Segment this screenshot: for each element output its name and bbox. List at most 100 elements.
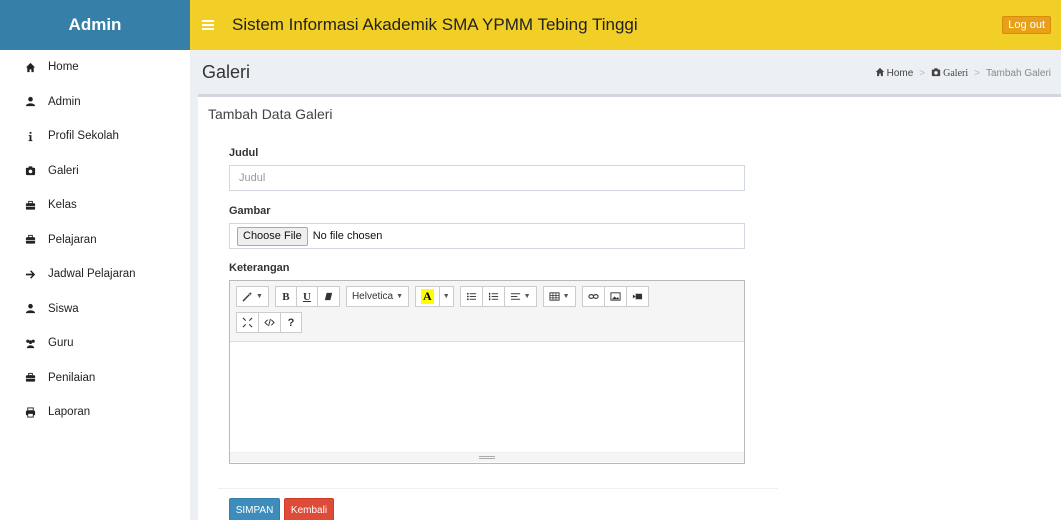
editor-content-area[interactable] bbox=[230, 342, 744, 452]
unordered-list-button[interactable] bbox=[459, 286, 483, 307]
box-title: Tambah Data Galeri bbox=[208, 106, 333, 122]
sidebar-item-profil-sekolah[interactable]: Profil Sekolah bbox=[0, 119, 190, 154]
app-title: Sistem Informasi Akademik SMA YPMM Tebin… bbox=[232, 15, 638, 34]
font-color-icon: A bbox=[421, 289, 434, 304]
picture-icon bbox=[609, 292, 621, 301]
sidebar-item-label: Laporan bbox=[48, 406, 91, 419]
gambar-label: Gambar bbox=[229, 205, 271, 217]
insert-picture-button[interactable] bbox=[603, 286, 627, 307]
codeview-button[interactable] bbox=[258, 312, 281, 333]
sidebar-item-jadwal-pelajaran[interactable]: Jadwal Pelajaran bbox=[0, 257, 190, 292]
underline-icon: U bbox=[302, 290, 311, 303]
brand-logo[interactable]: Admin bbox=[0, 0, 190, 50]
breadcrumb-current: Tambah Galeri bbox=[985, 67, 1051, 79]
list-ul-icon bbox=[466, 292, 476, 301]
breadcrumb-separator: > bbox=[919, 67, 926, 79]
brand-label: Admin bbox=[68, 15, 122, 34]
sidebar-item-admin[interactable]: Admin bbox=[0, 85, 190, 120]
sidebar-item-label: Admin bbox=[48, 95, 81, 108]
breadcrumb-separator: > bbox=[974, 67, 980, 79]
font-color-button[interactable]: A bbox=[415, 286, 440, 307]
print-icon bbox=[24, 406, 36, 418]
briefcase-icon bbox=[24, 234, 36, 246]
sidebar-item-label: Jadwal Pelajaran bbox=[48, 268, 136, 281]
sidebar-item-label: Profil Sekolah bbox=[48, 130, 119, 143]
info-icon bbox=[24, 130, 36, 142]
editor-resize-handle[interactable] bbox=[230, 452, 744, 462]
editor-toolbar: ▼ B U Helvetica ▼ A ▼ ▼ ▼ ? bbox=[230, 281, 744, 342]
gambar-file-input[interactable]: Choose File No file chosen bbox=[229, 223, 745, 249]
underline-button[interactable]: U bbox=[295, 286, 318, 307]
bold-icon: B bbox=[282, 290, 290, 303]
sidebar-item-label: Pelajaran bbox=[48, 233, 97, 246]
table-icon bbox=[549, 292, 560, 301]
sidebar-item-label: Guru bbox=[48, 337, 74, 350]
style-magic-button[interactable]: ▼ bbox=[236, 286, 269, 307]
fullscreen-icon bbox=[242, 317, 253, 328]
back-button[interactable]: Kembali bbox=[284, 498, 334, 520]
fullscreen-button[interactable] bbox=[236, 312, 259, 333]
help-icon: ? bbox=[287, 316, 295, 329]
clear-format-button[interactable] bbox=[316, 286, 340, 307]
logout-button[interactable]: Log out bbox=[1002, 16, 1051, 34]
page-title: Galeri bbox=[202, 62, 251, 82]
magic-wand-icon bbox=[242, 291, 253, 302]
insert-video-button[interactable] bbox=[625, 286, 649, 307]
video-icon bbox=[632, 293, 642, 300]
camera-icon bbox=[931, 68, 941, 77]
user-icon bbox=[24, 303, 36, 315]
bold-button[interactable]: B bbox=[274, 286, 297, 307]
briefcase-icon bbox=[24, 199, 36, 211]
table-dropdown[interactable]: ▼ bbox=[542, 286, 576, 307]
form-footer-divider bbox=[218, 488, 778, 489]
judul-input[interactable]: Judul bbox=[229, 165, 745, 191]
link-icon bbox=[587, 294, 599, 299]
file-status: No file chosen bbox=[312, 230, 383, 242]
sidebar-item-laporan[interactable]: Laporan bbox=[0, 395, 190, 430]
sidebar-item-pelajaran[interactable]: Pelajaran bbox=[0, 223, 190, 258]
content-header: Galeri Home > Galeri > Tambah Galeri bbox=[190, 50, 1061, 94]
rich-text-editor: ▼ B U Helvetica ▼ A ▼ ▼ ▼ ? bbox=[229, 280, 745, 464]
user-icon bbox=[24, 96, 36, 108]
breadcrumb-galeri-label: Galeri bbox=[943, 68, 969, 79]
sidebar-item-label: Home bbox=[48, 61, 79, 74]
align-left-icon bbox=[510, 293, 520, 300]
help-button[interactable]: ? bbox=[280, 312, 302, 333]
camera-icon bbox=[24, 165, 36, 177]
code-icon bbox=[264, 318, 275, 327]
breadcrumb-home[interactable]: Home bbox=[875, 67, 914, 79]
sidebar-item-penilaian[interactable]: Penilaian bbox=[0, 361, 190, 396]
font-family-dropdown[interactable]: Helvetica ▼ bbox=[345, 286, 410, 307]
top-navbar: Sistem Informasi Akademik SMA YPMM Tebin… bbox=[190, 0, 1061, 50]
font-family-value: Helvetica bbox=[351, 291, 394, 302]
sidebar-item-label: Galeri bbox=[48, 164, 79, 177]
sidebar-item-guru[interactable]: Guru bbox=[0, 326, 190, 361]
save-button[interactable]: SIMPAN bbox=[229, 498, 280, 520]
choose-file-button[interactable]: Choose File bbox=[237, 226, 308, 246]
sidebar-item-siswa[interactable]: Siswa bbox=[0, 292, 190, 327]
sidebar-item-label: Penilaian bbox=[48, 371, 96, 384]
sidebar-item-home[interactable]: Home bbox=[0, 50, 190, 85]
sidebar-item-galeri[interactable]: Galeri bbox=[0, 154, 190, 189]
sidebar: Home Admin Profil Sekolah Galeri Kelas P… bbox=[0, 50, 190, 520]
judul-label: Judul bbox=[229, 147, 259, 159]
breadcrumb: Home > Galeri > Tambah Galeri bbox=[875, 67, 1051, 79]
sidebar-item-label: Kelas bbox=[48, 199, 77, 212]
breadcrumb-home-label: Home bbox=[886, 68, 914, 79]
chevron-down-icon: ▼ bbox=[442, 293, 450, 300]
insert-link-button[interactable] bbox=[581, 286, 605, 307]
ordered-list-button[interactable] bbox=[481, 286, 505, 307]
form-box: Tambah Data Galeri Judul Judul Gambar Ch… bbox=[198, 94, 1061, 520]
sidebar-toggle-icon[interactable] bbox=[202, 20, 214, 30]
paragraph-align-dropdown[interactable]: ▼ bbox=[503, 286, 537, 307]
breadcrumb-galeri[interactable]: Galeri bbox=[931, 67, 968, 79]
font-color-dropdown[interactable]: ▼ bbox=[438, 286, 454, 307]
keterangan-label: Keterangan bbox=[229, 262, 290, 274]
briefcase-icon bbox=[24, 372, 36, 384]
sidebar-item-kelas[interactable]: Kelas bbox=[0, 188, 190, 223]
users-icon bbox=[24, 337, 36, 349]
arrow-right-icon bbox=[24, 268, 36, 280]
list-ol-icon bbox=[488, 292, 498, 301]
eraser-icon bbox=[324, 292, 333, 301]
home-icon bbox=[875, 67, 884, 77]
